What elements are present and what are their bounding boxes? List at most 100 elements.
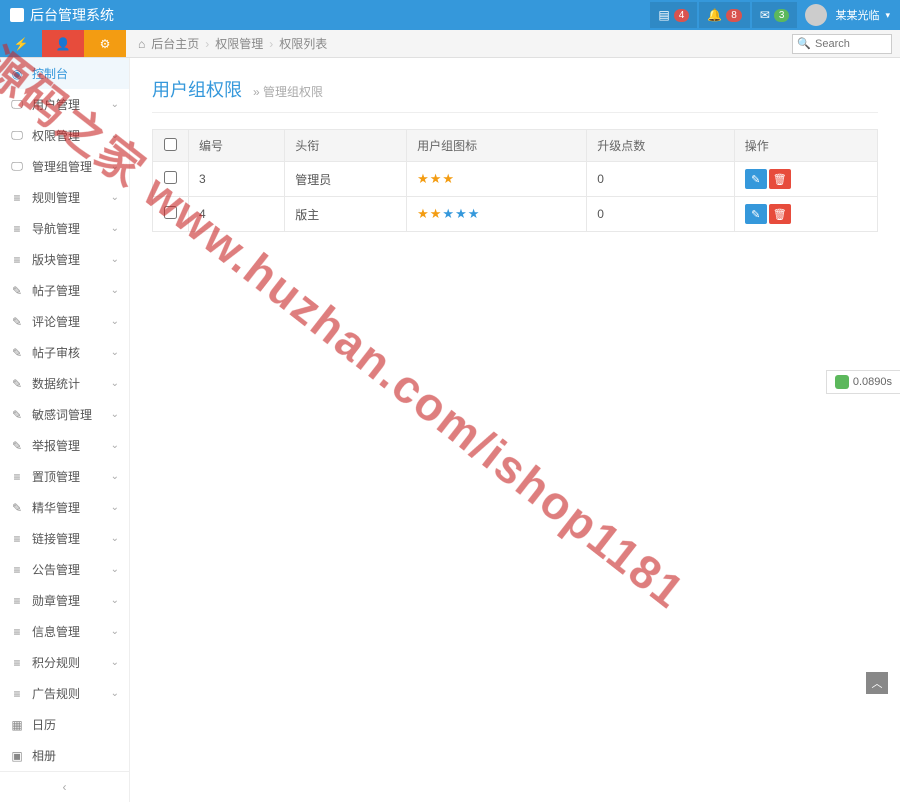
chevron-down-icon: ⌄ — [111, 192, 119, 203]
sidebar-item-icon: ✎ — [10, 284, 24, 298]
chevron-left-icon: ‹ — [63, 780, 67, 794]
sidebar-item-label: 控制台 — [32, 65, 68, 82]
chevron-down-icon: ⌄ — [111, 161, 119, 172]
alerts-badge: 8 — [726, 9, 742, 22]
sidebar-item-label: 规则管理 — [32, 189, 80, 206]
messages-button[interactable]: ▤ 4 — [650, 2, 697, 28]
sidebar-item-icon: 🖵 — [10, 97, 24, 112]
breadcrumb-home[interactable]: 后台主页 — [151, 35, 199, 52]
sidebar-item-label: 管理组管理 — [32, 158, 92, 175]
sidebar-item-label: 举报管理 — [32, 437, 80, 454]
username[interactable]: 某某光临 — [835, 7, 879, 23]
perf-badge: 0.0890s — [826, 370, 900, 394]
chevron-down-icon: ⌄ — [111, 347, 119, 358]
sidebar-item-18[interactable]: ≡ 信息管理 ⌄ — [0, 616, 129, 647]
sidebar-item-label: 信息管理 — [32, 623, 80, 640]
sidebar-item-10[interactable]: ✎ 数据统计 ⌄ — [0, 368, 129, 399]
chevron-down-icon: ⌄ — [111, 285, 119, 296]
sidebar-item-6[interactable]: ≡版块管理⌄ — [0, 244, 129, 275]
sidebar-item-2[interactable]: 🖵权限管理⌄ — [0, 120, 129, 151]
sidebar-item-7[interactable]: ✎帖子管理⌄ — [0, 275, 129, 306]
chevron-down-icon: ⌄ — [111, 254, 119, 265]
chevron-up-icon: ︿ — [872, 675, 883, 691]
edit-button[interactable]: ✎ — [745, 204, 767, 224]
sidebar-item-17[interactable]: ≡勋章管理⌄ — [0, 585, 129, 616]
sidebar-item-label: 数据统计 — [32, 375, 80, 392]
user-icon: 👤 — [56, 37, 71, 51]
quick-action-3[interactable]: ⚙ — [84, 30, 126, 57]
messages-badge: 4 — [674, 9, 690, 22]
chevron-down-icon: ⌄ — [111, 533, 119, 544]
sidebar-item-4[interactable]: ≡规则管理⌄ — [0, 182, 129, 213]
chevron-down-icon: ⌄ — [111, 595, 119, 606]
perf-time: 0.0890s — [853, 376, 892, 388]
action-bar: ⚡ 👤 ⚙ ⌂ 后台主页 › 权限管理 › 权限列表 🔍 — [0, 30, 900, 58]
breadcrumb-sep: › — [205, 37, 209, 51]
sidebar-item-3[interactable]: 🖵管理组管理⌄ — [0, 151, 129, 182]
sidebar-item-icon: ≡ — [10, 594, 24, 608]
home-icon: ⌂ — [138, 37, 145, 51]
sidebar-collapse-button[interactable]: ‹ — [0, 771, 129, 802]
chevron-down-icon: ⌄ — [111, 378, 119, 389]
sidebar-item-11[interactable]: ✎敏感词管理⌄ — [0, 399, 129, 430]
chevron-down-icon: ⌄ — [111, 409, 119, 420]
quick-action-1[interactable]: ⚡ — [0, 30, 42, 57]
chevron-down-icon: ⌄ — [111, 657, 119, 668]
col-icon: 用户组图标 — [407, 130, 587, 162]
sidebar-item-16[interactable]: ≡公告管理⌄ — [0, 554, 129, 585]
breadcrumb-sep: › — [269, 37, 273, 51]
sidebar-item-icon: ▣ — [10, 749, 24, 763]
bolt-icon: ⚡ — [14, 37, 29, 51]
col-pts: 升级点数 — [587, 130, 735, 162]
quick-action-2[interactable]: 👤 — [42, 30, 84, 57]
sidebar-item-1[interactable]: 🖵用户管理⌄ — [0, 89, 129, 120]
sidebar-item-icon: ≡ — [10, 253, 24, 267]
breadcrumb-l2: 权限列表 — [279, 35, 327, 52]
mail-button[interactable]: ✉ 3 — [752, 2, 798, 28]
chevron-down-icon: ⌄ — [111, 688, 119, 699]
sidebar-item-icon: ✎ — [10, 377, 24, 391]
cell-id: 4 — [189, 197, 285, 232]
sidebar-item-label: 评论管理 — [32, 313, 80, 330]
sidebar-item-19[interactable]: ≡积分规则⌄ — [0, 647, 129, 678]
page-subtitle: » 管理组权限 — [253, 85, 323, 99]
delete-button[interactable]: 🗑 — [769, 204, 791, 224]
delete-button[interactable]: 🗑 — [769, 169, 791, 189]
sidebar-item-9[interactable]: ✎帖子审核⌄ — [0, 337, 129, 368]
gear-icon: ⚙ — [100, 37, 111, 51]
sidebar-item-icon: ≡ — [10, 625, 24, 639]
sidebar-item-13[interactable]: ≡置顶管理⌄ — [0, 461, 129, 492]
chevron-down-icon: ⌄ — [111, 223, 119, 234]
sidebar-item-8[interactable]: ✎评论管理⌄ — [0, 306, 129, 337]
chevron-down-icon: ⌄ — [111, 626, 119, 637]
chevron-down-icon: ⌄ — [111, 502, 119, 513]
sidebar-item-15[interactable]: ≡链接管理⌄ — [0, 523, 129, 554]
mail-icon: ✉ — [760, 8, 770, 22]
row-checkbox[interactable] — [164, 206, 177, 219]
sidebar-item-label: 权限管理 — [32, 127, 80, 144]
sidebar-item-label: 导航管理 — [32, 220, 80, 237]
avatar[interactable] — [805, 4, 827, 26]
cell-pts: 0 — [587, 162, 735, 197]
breadcrumb-l1[interactable]: 权限管理 — [215, 35, 263, 52]
sidebar-item-14[interactable]: ✎精华管理⌄ — [0, 492, 129, 523]
cell-stars: ★★★★★ — [407, 197, 587, 232]
scroll-top-button[interactable]: ︿ — [866, 672, 888, 694]
edit-button[interactable]: ✎ — [745, 169, 767, 189]
sidebar-item-21[interactable]: ▦日历 — [0, 709, 129, 740]
sidebar-item-icon: ≡ — [10, 532, 24, 546]
row-checkbox[interactable] — [164, 171, 177, 184]
sidebar-item-label: 精华管理 — [32, 499, 80, 516]
sidebar-item-icon: ≡ — [10, 656, 24, 670]
alerts-button[interactable]: 🔔 8 — [699, 2, 750, 28]
sidebar-item-20[interactable]: ≡广告规则⌄ — [0, 678, 129, 709]
sidebar-item-12[interactable]: ✎举报管理⌄ — [0, 430, 129, 461]
sidebar-item-5[interactable]: ≡ 导航管理 ⌄ — [0, 213, 129, 244]
sidebar-item-icon: ≡ — [10, 222, 24, 236]
sidebar-item-label: 日历 — [32, 716, 56, 733]
select-all-checkbox[interactable] — [164, 138, 177, 151]
sidebar-item-0[interactable]: ◉控制台 — [0, 58, 129, 89]
sidebar-item-22[interactable]: ▣相册 — [0, 740, 129, 771]
sidebar-item-icon: ≡ — [10, 470, 24, 484]
cell-role: 版主 — [285, 197, 407, 232]
